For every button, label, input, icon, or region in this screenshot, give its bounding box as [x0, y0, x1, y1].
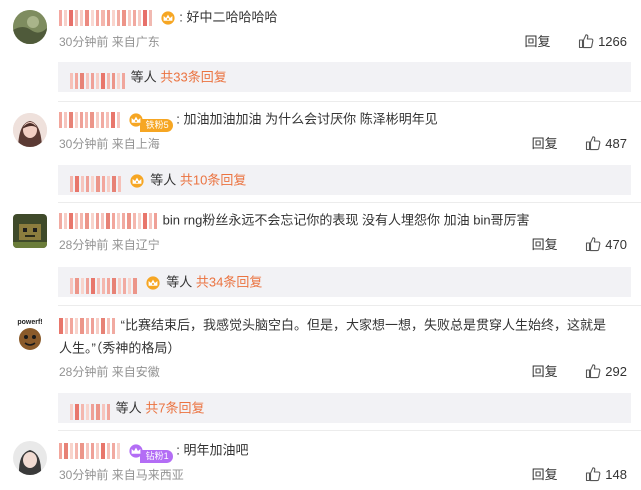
crown-icon — [129, 174, 145, 188]
comment-location: 来自上海 — [111, 137, 160, 151]
avatar-caption: powerf! — [17, 319, 43, 326]
comment-location: 来自辽宁 — [111, 238, 160, 252]
vip-badge — [145, 276, 163, 290]
avatar[interactable] — [13, 214, 47, 248]
like-button[interactable]: 487 — [585, 136, 627, 151]
vip-badge — [160, 11, 176, 25]
thumb-up-icon — [585, 466, 601, 482]
comment-meta: 28分钟前 来自辽宁 — [59, 236, 160, 254]
comment-time: 30分钟前 — [59, 35, 109, 49]
comment-text: “比赛结束后，我感觉头脑空白。但是，大家想一想，失败总是贯穿人生始终，这就是 — [120, 317, 606, 333]
comment-text-continued: 人生。”（秀神的格局） — [59, 340, 181, 356]
reply-count-link[interactable]: 共10条回复 — [180, 173, 246, 188]
reply-summary[interactable]: 等人 共34条回复 — [58, 267, 631, 297]
reply-usernames — [70, 275, 139, 294]
comment-meta: 28分钟前 来自安徽 — [59, 363, 160, 381]
fan-badge: 铁粉5 — [128, 113, 173, 132]
like-button[interactable]: 148 — [585, 467, 627, 482]
like-count: 470 — [605, 237, 627, 252]
thumb-up-icon — [585, 363, 601, 379]
like-button[interactable]: 470 — [585, 237, 627, 252]
like-count: 148 — [605, 467, 627, 482]
reply-count-link[interactable]: 共34条回复 — [196, 275, 262, 290]
reply-summary[interactable]: 等人 共33条回复 — [58, 62, 631, 92]
comment-time: 30分钟前 — [59, 468, 109, 482]
comment-text: 加油加油加油 为什么会讨厌你 陈泽彬明年见 — [183, 111, 438, 127]
crown-icon — [128, 444, 144, 458]
comment-text: 明年加油吧 — [183, 442, 249, 458]
vip-badge — [129, 174, 147, 188]
comment-location: 来自广东 — [111, 35, 160, 49]
reply-button[interactable]: 回复 — [532, 467, 558, 482]
like-button[interactable]: 292 — [585, 364, 627, 379]
comment-meta: 30分钟前 来自广东 — [59, 33, 160, 51]
username[interactable] — [59, 442, 122, 459]
comment-time: 28分钟前 — [59, 365, 109, 379]
fan-level-tag: 铁粉5 — [139, 118, 173, 132]
avatar[interactable] — [13, 10, 47, 44]
reply-usernames — [70, 401, 112, 420]
username[interactable] — [59, 111, 122, 128]
thumb-up-icon — [585, 236, 601, 252]
comment-time: 28分钟前 — [59, 238, 109, 252]
crown-icon — [160, 11, 176, 25]
reply-summary[interactable]: 等人 共7条回复 — [58, 393, 631, 423]
username[interactable] — [59, 212, 159, 229]
reply-button[interactable]: 回复 — [532, 237, 558, 252]
reply-button[interactable]: 回复 — [532, 364, 558, 379]
crown-icon — [128, 113, 144, 127]
reply-count-link[interactable]: 共33条回复 — [160, 70, 226, 85]
username[interactable] — [59, 9, 154, 26]
reply-usernames — [70, 70, 127, 89]
username[interactable] — [59, 317, 117, 334]
fan-badge: 钻粉1 — [128, 444, 173, 463]
thumb-up-icon — [585, 135, 601, 151]
comment-meta: 30分钟前 来自上海 — [59, 135, 160, 153]
fan-level-tag: 钻粉1 — [139, 449, 173, 463]
thumb-up-icon — [578, 33, 594, 49]
reply-summary[interactable]: 等人 共10条回复 — [58, 165, 631, 195]
avatar[interactable]: powerf! — [13, 318, 47, 352]
like-count: 487 — [605, 136, 627, 151]
reply-button[interactable]: 回复 — [532, 136, 558, 151]
reply-button[interactable]: 回复 — [524, 34, 550, 49]
like-count: 292 — [605, 364, 627, 379]
comment-item: 钻粉1 : 明年加油吧 30分钟前 来自马来西亚 回复 148 — [0, 431, 641, 490]
comment-item: : 好中二哈哈哈哈 30分钟前 来自广东 回复 1266 等人 共33条回复 — [0, 0, 641, 98]
like-button[interactable]: 1266 — [578, 34, 627, 49]
comment-location: 来自安徽 — [111, 365, 160, 379]
reply-count-link[interactable]: 共7条回复 — [145, 401, 204, 416]
comment-meta: 30分钟前 来自马来西亚 — [59, 466, 184, 484]
comment-time: 30分钟前 — [59, 137, 109, 151]
comment-item: bin rng粉丝永远不会忘记你的表现 没有人埋怨你 加油 bin哥厉害 28分… — [0, 203, 641, 301]
crown-icon — [145, 276, 161, 290]
comment-item: powerf! “比赛结束后，我感觉头脑空白。但是，大家想一想，失败总是贯穿人生… — [0, 306, 641, 432]
comment-item: 铁粉5 : 加油加油加油 为什么会讨厌你 陈泽彬明年见 30分钟前 来自上海 回… — [0, 102, 641, 200]
avatar[interactable] — [13, 441, 47, 475]
comment-text: bin rng粉丝永远不会忘记你的表现 没有人埋怨你 加油 bin哥厉害 — [162, 212, 530, 228]
comment-location: 来自马来西亚 — [111, 468, 184, 482]
like-count: 1266 — [598, 34, 627, 49]
reply-usernames — [70, 173, 123, 192]
comment-text: 好中二哈哈哈哈 — [186, 9, 278, 25]
avatar[interactable] — [13, 113, 47, 147]
